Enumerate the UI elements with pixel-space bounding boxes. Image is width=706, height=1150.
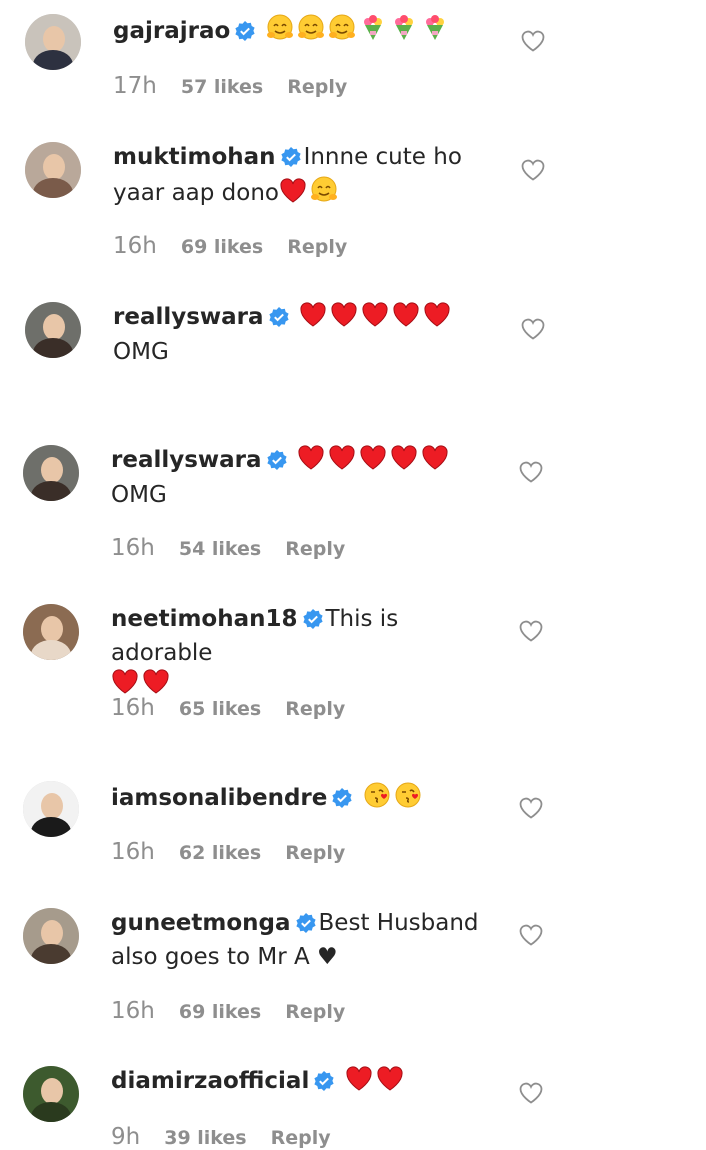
reply-button[interactable]: Reply <box>287 76 347 98</box>
likes-count[interactable]: 57 likes <box>181 76 263 98</box>
avatar[interactable] <box>25 142 81 198</box>
username[interactable]: guneetmonga <box>111 910 291 936</box>
username[interactable]: reallyswara <box>113 304 264 330</box>
like-heart-icon[interactable] <box>519 620 543 642</box>
avatar[interactable] <box>23 445 79 501</box>
avatar[interactable] <box>23 604 79 660</box>
verified-icon <box>235 19 255 50</box>
reply-button[interactable]: Reply <box>285 842 345 864</box>
username[interactable]: muktimohan <box>113 144 276 170</box>
likes-count[interactable]: 69 likes <box>179 1001 261 1023</box>
comment-meta: 9h 39 likes Reply <box>111 1124 331 1150</box>
likes-count[interactable]: 69 likes <box>181 236 263 258</box>
verified-icon <box>314 1069 334 1100</box>
hug-emoji-icon <box>310 176 338 213</box>
likes-count[interactable]: 62 likes <box>179 842 261 864</box>
username[interactable]: iamsonalibendre <box>111 785 327 811</box>
heart-emoji-icon <box>297 445 325 480</box>
comment-meta: 16h 69 likes Reply <box>113 233 347 259</box>
heart-emoji-icon <box>345 1066 373 1101</box>
like-heart-icon[interactable] <box>521 318 545 340</box>
comment-meta: 16h 65 likes Reply <box>111 695 345 721</box>
verified-icon <box>280 145 301 176</box>
timestamp: 16h <box>111 998 155 1024</box>
timestamp: 9h <box>111 1124 141 1150</box>
kiss-emoji-icon <box>394 781 422 818</box>
avatar[interactable] <box>23 1066 79 1122</box>
likes-count[interactable]: 54 likes <box>179 538 261 560</box>
avatar[interactable] <box>25 302 81 358</box>
reply-button[interactable]: Reply <box>285 538 345 560</box>
like-heart-icon[interactable] <box>521 30 545 52</box>
heart-emoji-icon <box>392 302 420 337</box>
hug-emoji-icon <box>266 14 294 51</box>
bouquet-emoji-icon <box>421 14 449 51</box>
like-heart-icon[interactable] <box>519 797 543 819</box>
like-heart-icon[interactable] <box>521 159 545 181</box>
comment-text: neetimohan18 This is adorable <box>111 604 506 704</box>
comment-meta: 16h 69 likes Reply <box>111 998 345 1024</box>
verified-icon <box>302 607 323 638</box>
kiss-emoji-icon <box>363 781 391 818</box>
comment-text: diamirzaofficial <box>111 1066 506 1101</box>
comment-text: iamsonalibendre <box>111 781 506 818</box>
heart-emoji-icon <box>330 302 358 337</box>
username[interactable]: neetimohan18 <box>111 606 298 632</box>
reply-button[interactable]: Reply <box>287 236 347 258</box>
likes-count[interactable]: 65 likes <box>179 698 261 720</box>
comment-text: guneetmonga Best Husband also goes to Mr … <box>111 908 506 973</box>
heart-emoji-icon <box>423 302 451 337</box>
heart-emoji-icon <box>390 445 418 480</box>
comment-meta: 17h 57 likes Reply <box>113 73 347 99</box>
comment-text: reallyswara OMG <box>113 302 508 368</box>
hug-emoji-icon <box>328 14 356 51</box>
reply-button[interactable]: Reply <box>285 1001 345 1023</box>
heart-emoji-icon <box>328 445 356 480</box>
like-heart-icon[interactable] <box>519 1082 543 1104</box>
comment-body: OMG <box>111 482 167 508</box>
username[interactable]: gajrajrao <box>113 18 230 44</box>
timestamp: 16h <box>113 233 157 259</box>
heart-emoji-icon <box>299 302 327 337</box>
comment-body: OMG <box>113 339 169 365</box>
verified-icon <box>268 305 289 336</box>
comment-text: reallyswara OMG <box>111 445 506 511</box>
comment-text: gajrajrao <box>113 14 503 51</box>
verified-icon <box>295 911 316 942</box>
heart-emoji-icon <box>376 1066 404 1101</box>
heart-emoji-icon <box>359 445 387 480</box>
timestamp: 17h <box>113 73 157 99</box>
bouquet-emoji-icon <box>390 14 418 51</box>
bouquet-emoji-icon <box>359 14 387 51</box>
verified-icon <box>332 786 352 817</box>
comment-text: muktimohan Innne cute ho yaar aap dono <box>113 142 508 213</box>
like-heart-icon[interactable] <box>519 924 543 946</box>
hug-emoji-icon <box>297 14 325 51</box>
heart-emoji-icon <box>361 302 389 337</box>
verified-icon <box>266 448 287 479</box>
like-heart-icon[interactable] <box>519 461 543 483</box>
avatar[interactable] <box>23 908 79 964</box>
timestamp: 16h <box>111 839 155 865</box>
username[interactable]: diamirzaofficial <box>111 1068 309 1094</box>
avatar[interactable] <box>23 781 79 837</box>
comment-meta: 16h 62 likes Reply <box>111 839 345 865</box>
avatar[interactable] <box>25 14 81 70</box>
timestamp: 16h <box>111 695 155 721</box>
reply-button[interactable]: Reply <box>285 698 345 720</box>
heart-emoji-icon <box>279 178 307 213</box>
heart-emoji-icon <box>421 445 449 480</box>
username[interactable]: reallyswara <box>111 447 262 473</box>
timestamp: 16h <box>111 535 155 561</box>
comment-meta: 16h 54 likes Reply <box>111 535 345 561</box>
